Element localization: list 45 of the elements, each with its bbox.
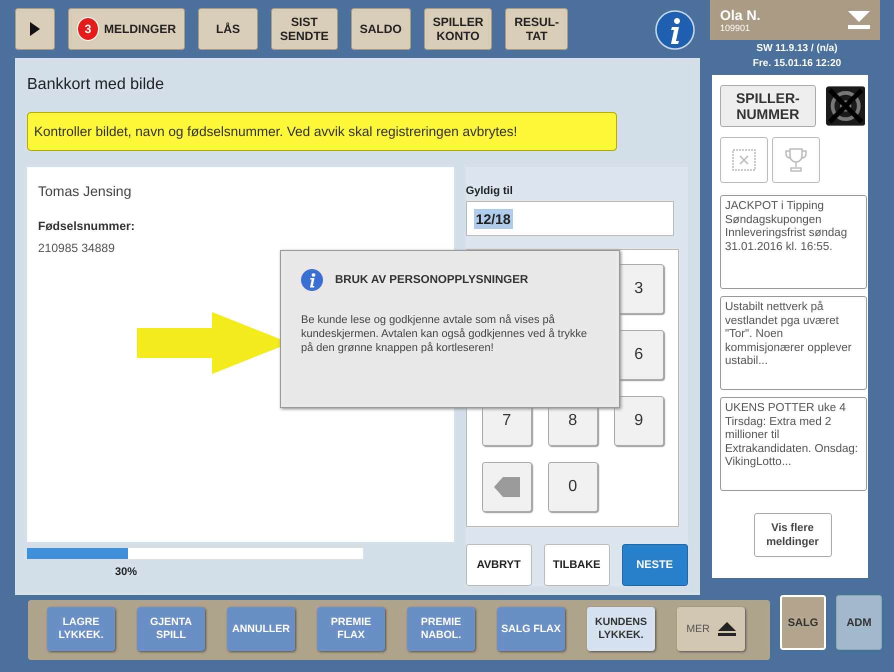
crossed-circle-icon[interactable]	[826, 85, 865, 127]
date-time: Fre. 15.01.16 12:20	[752, 58, 842, 70]
crossed-stamp-icon	[732, 149, 756, 171]
progress-label: 30%	[115, 566, 138, 578]
action-button[interactable]: TILBAKE	[544, 544, 610, 586]
trophy-icon	[784, 147, 808, 173]
count-badge: 3	[77, 17, 99, 41]
field-label: Gyldig til	[466, 185, 514, 197]
message-card[interactable]: UKENS POTTER uke 4 Tirsdag: Extra med 2 millioner til Extrakandidaten. Onsdag: VikingLotto...	[720, 397, 867, 491]
user-id: 109901	[720, 23, 752, 33]
info-icon[interactable]	[655, 10, 695, 50]
top-menu-button[interactable]: LÅS	[198, 8, 258, 50]
toolbar-button[interactable]: KUNDENS LYKKEK.	[587, 607, 655, 651]
play-icon	[30, 22, 40, 36]
top-menu-button[interactable]: 3 MELDINGER	[68, 8, 185, 50]
dialog-title: BRUK AV PERSONOPPLYSNINGER	[335, 274, 528, 286]
info-icon	[301, 269, 323, 291]
top-menu-button[interactable]: SPILLER KONTO	[424, 8, 492, 50]
user-name: Ola N.	[720, 7, 760, 23]
id-number: 210985 34889	[38, 241, 116, 255]
top-menu-button[interactable]: SIST SENDTE	[271, 8, 338, 50]
mode-tab[interactable]: SALG	[780, 595, 826, 650]
key-button[interactable]: 0	[548, 462, 598, 512]
dropdown-icon	[848, 11, 870, 29]
key-button[interactable]: 9	[614, 396, 664, 446]
id-label: Fødselsnummer:	[38, 219, 136, 233]
input-field[interactable]: 12/18	[466, 201, 674, 236]
version-text: SW 11.9.13 / (n/a)	[756, 43, 838, 55]
more-messages-button[interactable]: Vis flere meldinger	[754, 513, 832, 557]
play-button[interactable]	[15, 8, 55, 50]
mode-tab[interactable]: ADM	[836, 595, 882, 650]
message-card[interactable]: JACKPOT i Tipping Søndagskupongen Innleveringsfrist søndag 31.01.2016 kl. 16:55.	[720, 195, 867, 289]
warning-banner: Kontroller bildet, navn og fødselsnummer. Ved avvik skal registreringen avbrytes!	[27, 112, 617, 151]
action-button[interactable]: NESTE	[622, 544, 688, 586]
eject-icon	[718, 622, 736, 636]
toolbar-button[interactable]: MER	[677, 607, 745, 651]
dialog-text: Be kunde lese og godkjenne avtale som nå vises på kundeskjermen. Avtalen kan også godkjennes ved å trykke på den grønne knappen på kortleseren!	[301, 313, 588, 355]
holder-name: Tomas Jensing	[38, 183, 132, 199]
top-menu-button[interactable]: RESUL- TAT	[505, 8, 568, 50]
player-number-button[interactable]: SPILLER- NUMMER	[720, 85, 816, 127]
backspace-icon	[494, 477, 520, 497]
action-button[interactable]: AVBRYT	[466, 544, 532, 586]
top-menu-button[interactable]: SALDO	[350, 8, 411, 50]
message-card[interactable]: Ustabilt nettverk på vestlandet pga uværet "Tor". Noen kommisjonærer opplever ustabil...	[720, 296, 867, 390]
page-title: Bankkort med bilde	[27, 76, 165, 95]
